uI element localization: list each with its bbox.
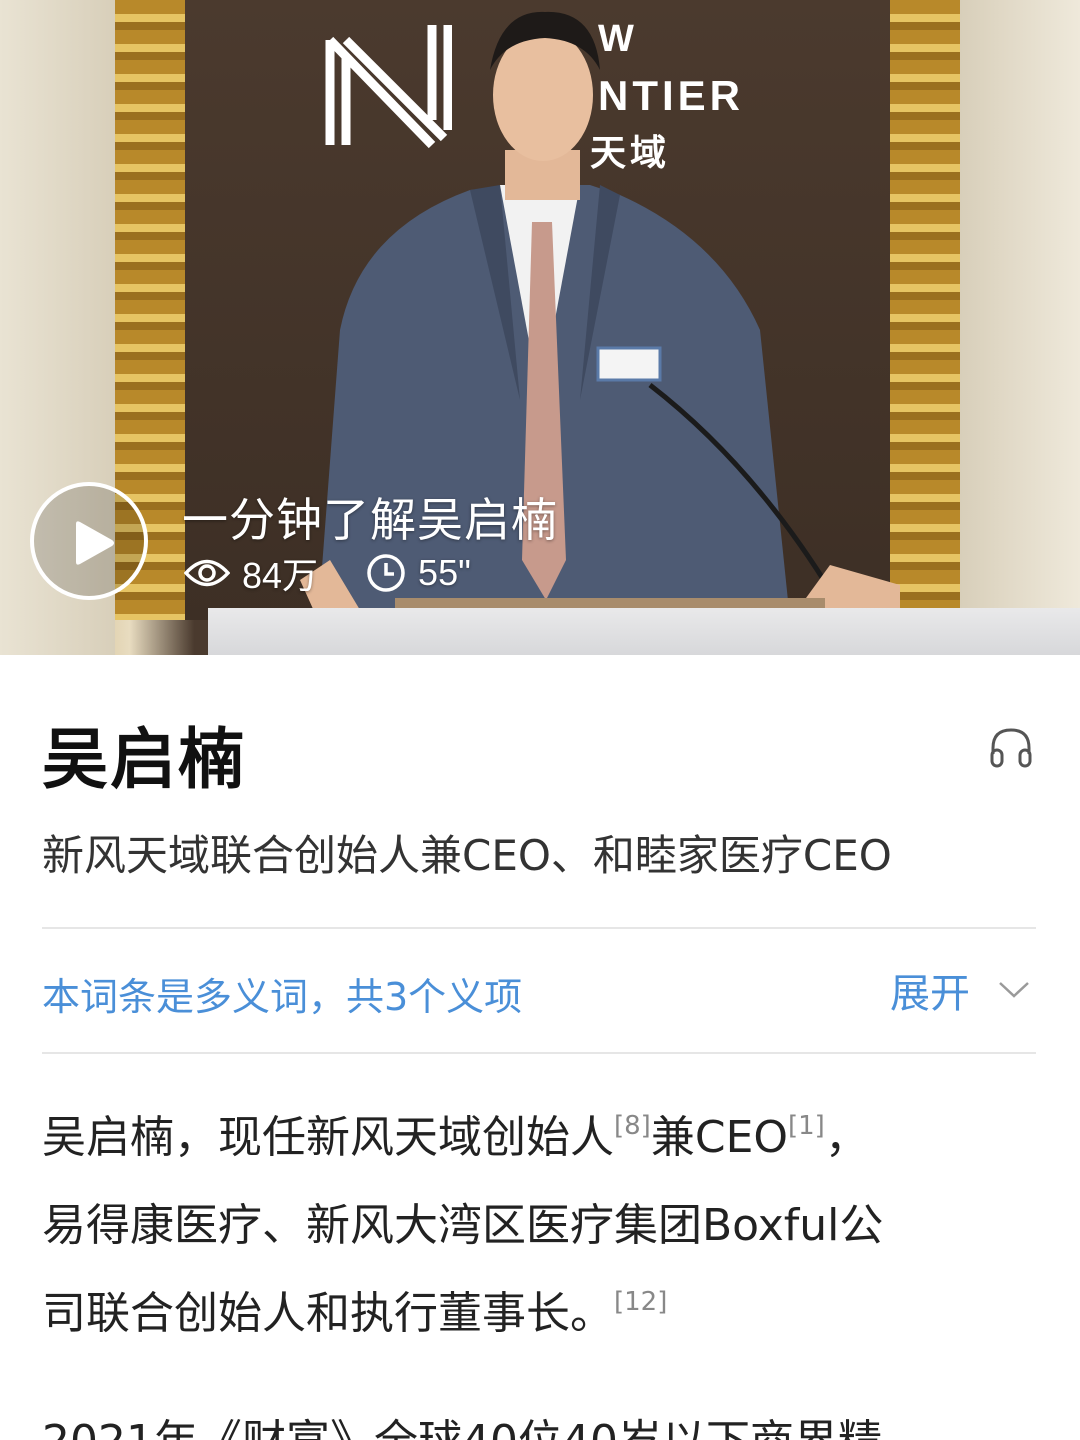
reference-link[interactable]: [12] bbox=[614, 1287, 667, 1317]
entry-title: 吴启楠 bbox=[42, 721, 246, 798]
divider bbox=[42, 1052, 1036, 1054]
view-count-text: 84万 bbox=[242, 555, 319, 596]
expand-label: 展开 bbox=[890, 971, 970, 1017]
clock-icon bbox=[367, 554, 405, 592]
divider bbox=[42, 927, 1036, 929]
video-title[interactable]: 一分钟了解吴启楠 bbox=[182, 484, 558, 550]
speaker-photo bbox=[300, 11, 900, 620]
summary-paragraph: 吴启楠，现任新风天域创始人[8]兼CEO[1]， 易得康医疗、新风大湾区医疗集团… bbox=[42, 1094, 1042, 1358]
play-icon bbox=[76, 521, 114, 565]
summary-line: 吴启楠，现任新风天域创始人[8]兼CEO[1]， bbox=[42, 1111, 869, 1163]
view-count: 84万 bbox=[184, 547, 318, 599]
summary-line: 司联合创始人和执行董事长。[12] bbox=[42, 1287, 668, 1339]
duration-text: 55" bbox=[418, 552, 471, 593]
headphones-icon[interactable] bbox=[988, 724, 1034, 770]
chevron-down-icon bbox=[999, 982, 1029, 998]
eye-icon bbox=[184, 559, 230, 587]
reference-link[interactable]: [1] bbox=[788, 1111, 825, 1141]
next-paragraph: 2021年《财富》全球40位40岁以下商界精 bbox=[42, 1398, 1042, 1440]
page: W NTIER 天域 一分钟了解吴启楠 84万 55" 吴启楠 新风天域联合创始… bbox=[0, 0, 1080, 1440]
polysemy-note[interactable]: 本词条是多义词，共3个义项 bbox=[42, 966, 522, 1021]
summary-line: 易得康医疗、新风大湾区医疗集团Boxful公 bbox=[42, 1200, 884, 1251]
duration: 55" bbox=[366, 552, 471, 594]
video-banner[interactable]: W NTIER 天域 一分钟了解吴启楠 84万 55" bbox=[0, 0, 1080, 655]
expand-button[interactable]: 展开 bbox=[890, 962, 1030, 1018]
podium bbox=[208, 608, 1080, 655]
play-button[interactable] bbox=[30, 482, 148, 600]
entry-subtitle: 新风天域联合创始人兼CEO、和睦家医疗CEO bbox=[42, 831, 892, 880]
reference-link[interactable]: [8] bbox=[614, 1111, 651, 1141]
video-meta: 84万 55" bbox=[184, 548, 519, 598]
